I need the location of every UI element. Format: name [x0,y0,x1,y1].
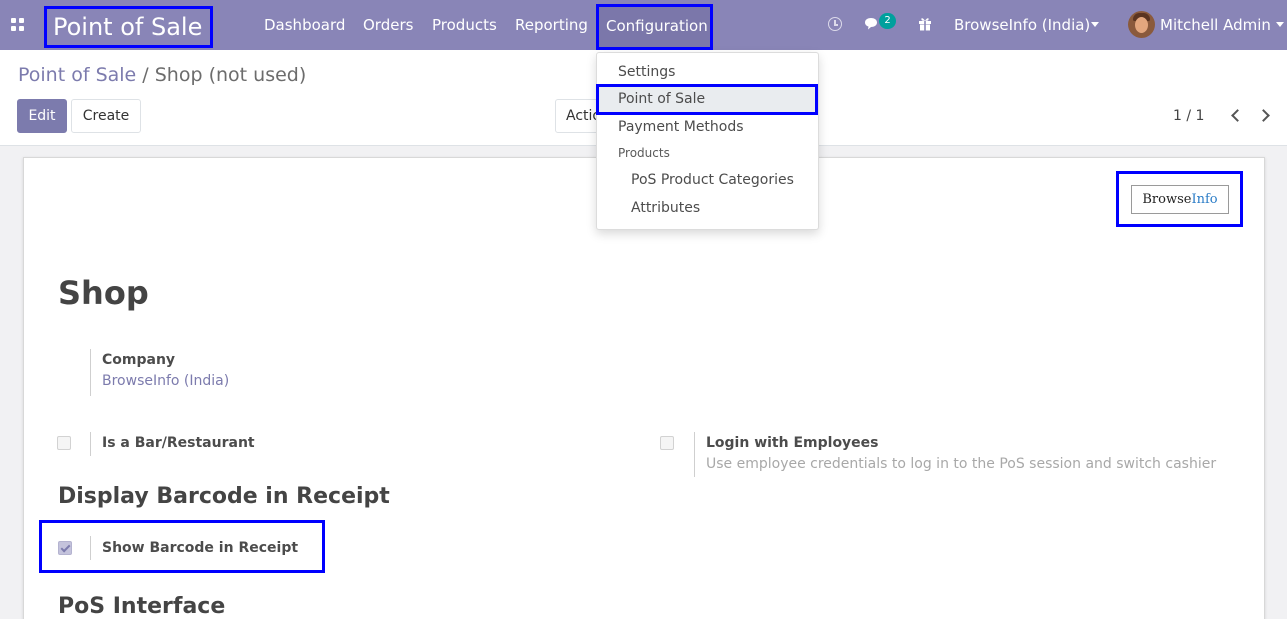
activity-clock-icon[interactable] [828,17,842,31]
menu-dashboard[interactable]: Dashboard [264,0,345,50]
pager-next-icon[interactable] [1257,109,1270,122]
bar-restaurant-label: Is a Bar/Restaurant [102,435,255,451]
logo-text-accent: Info [1191,192,1218,207]
chevron-down-icon [1091,22,1099,27]
login-employees-checkbox[interactable] [660,436,674,450]
field-divider [90,536,91,560]
app-brand[interactable]: Point of Sale [44,6,213,48]
pos-interface-section-title: PoS Interface [58,594,226,619]
field-divider [90,432,91,456]
dropdown-item-settings[interactable]: Settings [618,64,675,80]
login-employees-label: Login with Employees [706,435,879,451]
company-switcher[interactable]: BrowseInfo (India) [954,0,1090,50]
menu-products[interactable]: Products [432,0,497,50]
dropdown-item-point-of-sale[interactable]: Point of Sale [596,84,818,115]
dropdown-item-pos-product-categories[interactable]: PoS Product Categories [631,172,794,188]
company-logo: BrowseInfo [1131,185,1229,214]
menu-orders[interactable]: Orders [363,0,413,50]
avatar[interactable] [1128,11,1155,38]
chat-icon[interactable] [864,17,880,31]
breadcrumb-parent[interactable]: Point of Sale [18,64,136,86]
menu-reporting[interactable]: Reporting [515,0,588,50]
breadcrumb: Point of Sale / Shop (not used) [18,64,306,86]
create-button[interactable]: Create [71,99,141,133]
show-barcode-label: Show Barcode in Receipt [102,540,299,556]
pager-value[interactable]: 1 / 1 [1173,108,1204,124]
dropdown-header-products: Products [618,146,670,160]
dropdown-item-payment-methods[interactable]: Payment Methods [618,119,744,135]
company-value-link[interactable]: BrowseInfo (India) [102,373,229,389]
login-employees-help: Use employee credentials to log in to th… [706,456,1217,472]
show-barcode-checkbox[interactable] [58,541,72,555]
company-label: Company [102,352,176,368]
dropdown-item-attributes[interactable]: Attributes [631,200,700,216]
page-title[interactable]: Shop [58,274,149,312]
breadcrumb-separator: / [142,64,149,86]
menu-configuration[interactable]: Configuration [596,4,713,50]
bar-restaurant-checkbox[interactable] [57,436,71,450]
chevron-down-icon [1276,22,1284,27]
gift-icon[interactable] [918,16,932,31]
edit-button[interactable]: Edit [17,99,67,133]
apps-menu-icon[interactable] [11,18,24,31]
chat-count-badge: 2 [879,13,896,29]
field-divider [694,432,695,477]
user-menu[interactable]: Mitchell Admin [1160,0,1271,50]
logo-text: Browse [1142,192,1192,207]
pager-previous-icon[interactable] [1231,109,1244,122]
barcode-section-title: Display Barcode in Receipt [58,484,390,509]
top-navbar: Point of Sale Dashboard Orders Products … [0,0,1287,50]
field-divider [90,349,91,396]
breadcrumb-current: Shop (not used) [154,64,307,86]
